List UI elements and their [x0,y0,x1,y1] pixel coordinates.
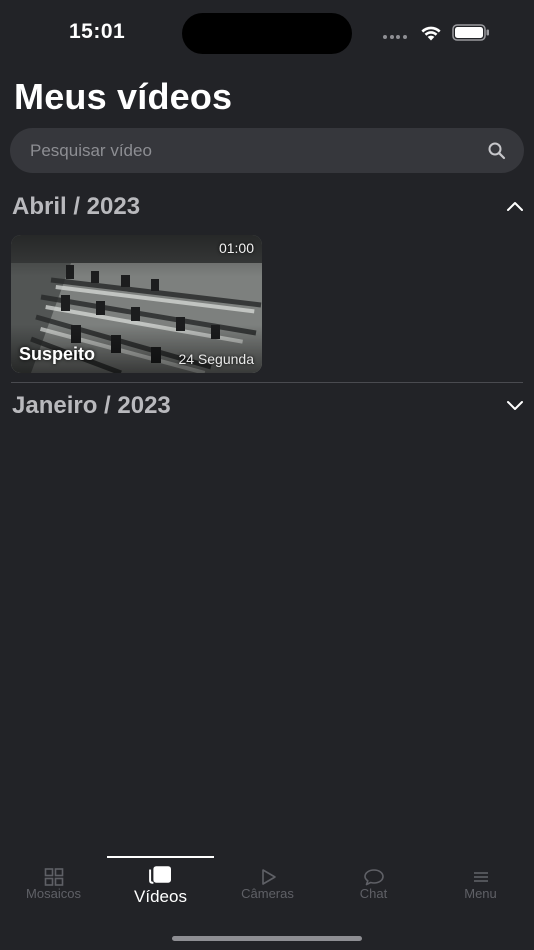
tab-label: Menu [464,886,497,901]
home-indicator[interactable] [172,936,362,941]
tab-menu[interactable]: Menu [427,864,534,912]
chevron-up-icon[interactable] [506,199,524,213]
tab-cameras[interactable]: Câmeras [214,864,321,912]
tab-label: Vídeos [134,887,187,906]
menu-icon [474,872,488,882]
tab-label: Mosaicos [26,886,81,901]
cellular-signal-icon [383,35,409,40]
video-duration: 01:00 [218,240,254,256]
tab-chat[interactable]: Chat [320,864,427,912]
tab-mosaicos[interactable]: Mosaicos [0,864,107,912]
search-icon[interactable] [487,141,507,161]
grid-icon [44,868,64,886]
wifi-icon [421,26,441,41]
video-card[interactable]: 01:00 Suspeito 24 Segunda [11,235,262,373]
chat-bubble-icon [364,869,384,886]
section-divider [11,382,523,383]
battery-icon [452,24,489,41]
page-title: Meus vídeos [14,76,233,117]
tab-videos[interactable]: Vídeos [107,864,214,912]
section-title: Abril / 2023 [12,193,141,220]
videos-icon [149,866,171,884]
section-header-janeiro-2023[interactable]: Janeiro / 2023 [12,392,524,428]
section-title: Janeiro / 2023 [12,392,171,419]
play-icon [262,869,276,885]
status-bar: 15:01 [0,0,534,66]
tab-label: Chat [359,886,388,901]
section-header-abril-2023[interactable]: Abril / 2023 [12,193,524,229]
tab-label: Câmeras [241,886,294,901]
status-time: 15:01 [69,20,126,43]
video-title: Suspeito [19,344,96,364]
video-date: 24 Segunda [178,351,254,367]
active-tab-indicator [107,856,214,858]
search-bar[interactable] [10,128,524,173]
dynamic-island [182,13,352,54]
search-input[interactable] [30,128,470,173]
chevron-down-icon[interactable] [506,398,524,412]
